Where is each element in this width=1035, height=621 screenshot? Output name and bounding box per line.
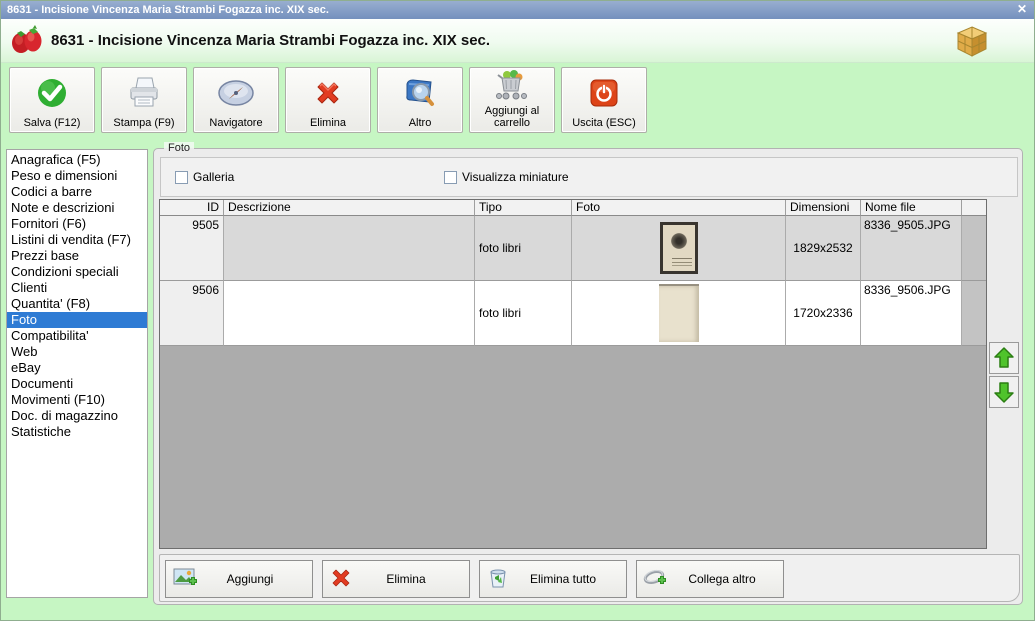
move-up-button[interactable] [989, 342, 1019, 374]
cell-descrizione [224, 216, 475, 281]
sidebar-item-peso[interactable]: Peso e dimensioni [7, 168, 147, 184]
sidebar-item-clienti[interactable]: Clienti [7, 280, 147, 296]
titlebar: 8631 - Incisione Vincenza Maria Strambi … [1, 1, 1034, 19]
image-add-icon [172, 566, 198, 593]
sidebar-item-prezzi[interactable]: Prezzi base [7, 248, 147, 264]
sidebar-item-anagrafica[interactable]: Anagrafica (F5) [7, 152, 147, 168]
save-button[interactable]: Salva (F12) [9, 67, 95, 133]
foto-groupbox: Foto Galleria Visualizza miniature ID De… [153, 142, 1023, 605]
cell-tipo: foto libri [475, 216, 572, 281]
exit-button[interactable]: Uscita (ESC) [561, 67, 647, 133]
galleria-checkbox[interactable]: Galleria [175, 170, 234, 184]
package-icon [954, 23, 990, 64]
power-icon [562, 68, 646, 117]
link-other-button[interactable]: Collega altro [636, 560, 784, 598]
column-header-descrizione[interactable]: Descrizione [224, 200, 475, 216]
table-header-row: ID Descrizione Tipo Foto Dimensioni Nome… [160, 200, 986, 216]
cell-id: 9505 [160, 216, 224, 281]
cell-dimensioni: 1829x2532 [786, 216, 861, 281]
sidebar-item-doc-magazzino[interactable]: Doc. di magazzino [7, 408, 147, 424]
sidebar-item-fornitori[interactable]: Fornitori (F6) [7, 216, 147, 232]
sidebar: Anagrafica (F5) Peso e dimensioni Codici… [6, 149, 148, 598]
add-to-cart-button[interactable]: Aggiungi al carrello [469, 67, 555, 133]
sidebar-item-statistiche[interactable]: Statistiche [7, 424, 147, 440]
column-header-filler [962, 200, 986, 216]
galleria-checkbox-label: Galleria [193, 170, 235, 184]
cell-filler [962, 216, 986, 281]
delete-button[interactable]: Elimina [285, 67, 371, 133]
table-row[interactable]: 9505 foto libri 1829x2532 8336_9505.JPG [160, 216, 986, 281]
strawberry-icon [9, 25, 45, 60]
cell-foto [572, 281, 786, 346]
sidebar-item-movimenti[interactable]: Movimenti (F10) [7, 392, 147, 408]
checkbox-box-icon[interactable] [444, 170, 457, 184]
other-button[interactable]: Altro [377, 67, 463, 133]
sidebar-item-compatibilita[interactable]: Compatibilita' [7, 328, 147, 344]
column-header-foto[interactable]: Foto [572, 200, 786, 216]
column-header-id[interactable]: ID [160, 200, 224, 216]
table-row[interactable]: 9506 foto libri 1720x2336 8336_9506.JPG [160, 281, 986, 346]
cell-id: 9506 [160, 281, 224, 346]
cell-tipo: foto libri [475, 281, 572, 346]
photo-thumbnail [658, 284, 699, 342]
foto-options-panel: Galleria Visualizza miniature [160, 157, 1018, 197]
sidebar-item-codici[interactable]: Codici a barre [7, 184, 147, 200]
delete-photo-button[interactable]: Elimina [322, 560, 470, 598]
add-photo-button[interactable]: Aggiungi [165, 560, 313, 598]
photo-actions-panel: Aggiungi Elimina Elimina tutto Collega a… [159, 554, 1020, 602]
visualizza-miniature-checkbox[interactable]: Visualizza miniature [444, 170, 569, 184]
column-header-tipo[interactable]: Tipo [475, 200, 572, 216]
compass-icon [194, 68, 278, 117]
navigator-button[interactable]: Navigatore [193, 67, 279, 133]
foto-groupbox-label: Foto [164, 142, 195, 154]
app-window: 8631 - Incisione Vincenza Maria Strambi … [0, 0, 1035, 621]
cell-nome-file: 8336_9505.JPG [861, 216, 962, 281]
titlebar-text: 8631 - Incisione Vincenza Maria Strambi … [7, 4, 329, 16]
book-search-icon [378, 68, 462, 117]
delete-icon [329, 566, 353, 593]
cell-foto [572, 216, 786, 281]
cell-filler [962, 281, 986, 346]
sidebar-item-condizioni[interactable]: Condizioni speciali [7, 264, 147, 280]
cart-icon [470, 68, 554, 105]
sidebar-item-ebay[interactable]: eBay [7, 360, 147, 376]
save-icon [10, 68, 94, 117]
cell-dimensioni: 1720x2336 [786, 281, 861, 346]
sidebar-item-note[interactable]: Note e descrizioni [7, 200, 147, 216]
link-add-icon [643, 566, 671, 593]
recycle-bin-icon [486, 566, 510, 593]
header: 8631 - Incisione Vincenza Maria Strambi … [1, 19, 1034, 63]
printer-icon [102, 68, 186, 117]
delete-icon [286, 68, 370, 117]
sidebar-item-web[interactable]: Web [7, 344, 147, 360]
sidebar-item-listini[interactable]: Listini di vendita (F7) [7, 232, 147, 248]
close-icon[interactable]: ✕ [1017, 1, 1027, 19]
move-down-button[interactable] [989, 376, 1019, 408]
print-button[interactable]: Stampa (F9) [101, 67, 187, 133]
cell-nome-file: 8336_9506.JPG [861, 281, 962, 346]
page-title: 8631 - Incisione Vincenza Maria Strambi … [51, 32, 491, 49]
sidebar-item-documenti[interactable]: Documenti [7, 376, 147, 392]
checkbox-box-icon[interactable] [175, 170, 188, 184]
sidebar-item-foto[interactable]: Foto [7, 312, 147, 328]
column-header-nome-file[interactable]: Nome file [861, 200, 962, 216]
visualizza-miniature-checkbox-label: Visualizza miniature [462, 170, 569, 184]
sidebar-item-quantita[interactable]: Quantita' (F8) [7, 296, 147, 312]
photo-table: ID Descrizione Tipo Foto Dimensioni Nome… [159, 199, 987, 549]
arrow-down-icon [994, 382, 1014, 403]
toolbar: Salva (F12) Stampa (F9) Navigatore Elimi… [9, 67, 647, 133]
delete-all-button[interactable]: Elimina tutto [479, 560, 627, 598]
arrow-up-icon [994, 347, 1014, 368]
cell-descrizione [224, 281, 475, 346]
photo-thumbnail [659, 222, 698, 274]
column-header-dimensioni[interactable]: Dimensioni [786, 200, 861, 216]
